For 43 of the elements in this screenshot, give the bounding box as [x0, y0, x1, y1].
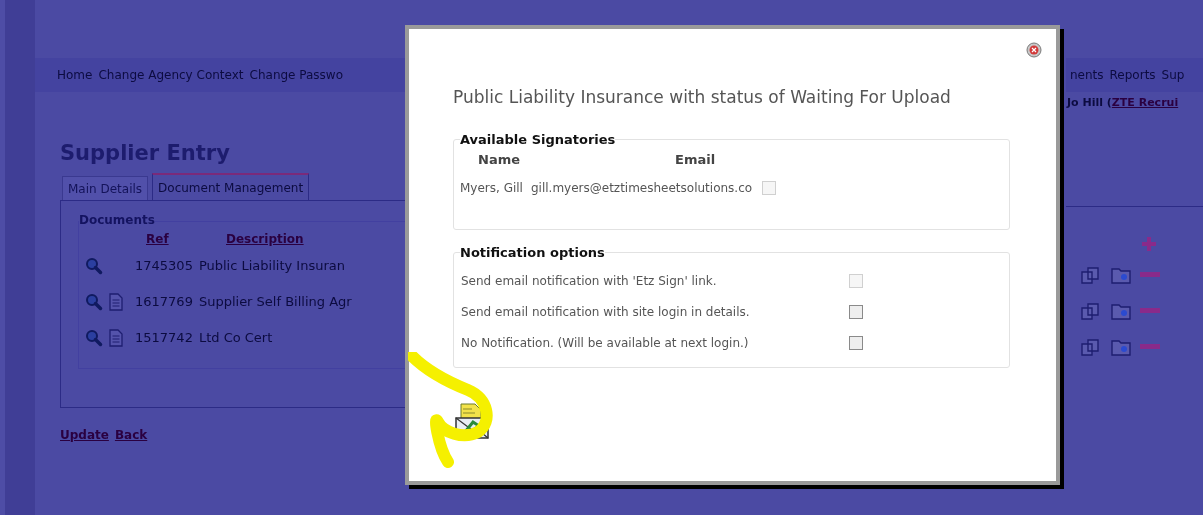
agency-link[interactable]: ZTE Recrui: [1111, 96, 1179, 109]
column-header-link[interactable]: Ref: [146, 230, 226, 248]
nav-link[interactable]: Change Passwo: [249, 66, 343, 84]
action-link[interactable]: Back: [114, 426, 148, 444]
magnifier-icon[interactable]: [85, 329, 103, 347]
nav-link[interactable]: Reports: [1109, 66, 1156, 84]
table-cell-text: 1745305: [135, 257, 193, 276]
folder-icon[interactable]: [1111, 265, 1131, 284]
action-link[interactable]: Update: [60, 426, 109, 444]
user-info: Jo Hill (ZTE Recrui: [1066, 95, 1180, 111]
magnifier-icon[interactable]: [85, 257, 103, 275]
copy-icon[interactable]: [1080, 301, 1102, 320]
nav-link[interactable]: Home: [57, 66, 93, 84]
dialog-title: Public Liability Insurance with status of Waiting For Upload: [453, 86, 952, 109]
copy-icon[interactable]: [1080, 265, 1102, 284]
magnifier-icon[interactable]: [85, 293, 103, 311]
table-cell-text: Public Liability Insuran: [198, 257, 345, 276]
nav-link[interactable]: nents: [1070, 66, 1104, 84]
copy-icon[interactable]: [1080, 337, 1102, 356]
tab[interactable]: Main Details: [62, 176, 149, 200]
document-icon[interactable]: [109, 329, 123, 347]
folder-icon[interactable]: [1111, 337, 1131, 356]
table-cell-text: Ltd Co Cert: [198, 329, 273, 348]
column-header-link[interactable]: Description: [226, 230, 304, 248]
table-cell-text: gill.myers@etztimesheetsolutions.co: [530, 179, 753, 197]
column-header: Name: [478, 151, 521, 169]
option-label: No Notification. (Will be available at next login.): [461, 334, 750, 352]
nav-link[interactable]: Sup: [1161, 66, 1185, 84]
option-label: Send email notification with site login in details.: [461, 303, 751, 321]
envelope-icon[interactable]: [455, 402, 489, 440]
table-cell-text: 1517742: [135, 329, 193, 348]
checkbox[interactable]: [849, 335, 863, 350]
column-header: Email: [675, 151, 716, 169]
table-cell-text: Supplier Self Billing Agr: [198, 293, 352, 312]
folder-icon[interactable]: [1111, 301, 1131, 320]
document-icon[interactable]: [109, 293, 123, 311]
table-cell-text: Myers, Gill: [460, 179, 523, 197]
tab[interactable]: Document Management: [152, 173, 310, 200]
nav-link[interactable]: Change Agency Context: [98, 66, 244, 84]
option-label: Send email notification with 'Etz Sign' link.: [461, 272, 718, 290]
close-icon[interactable]: [1026, 42, 1042, 58]
table-cell-text: 1617769: [135, 293, 193, 312]
checkbox[interactable]: [849, 304, 863, 319]
